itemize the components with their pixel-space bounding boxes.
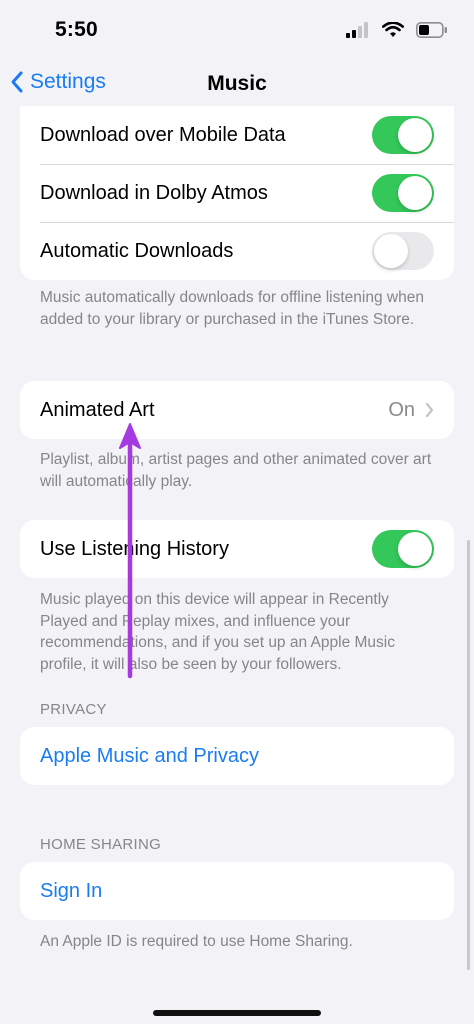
toggle-knob: [398, 118, 432, 152]
animated-art-label: Animated Art: [40, 398, 155, 421]
listening-history-group: Use Listening History: [20, 520, 454, 578]
home-sharing-group: Sign In: [20, 862, 454, 920]
wifi-icon: [382, 22, 404, 37]
listening-history-row: Use Listening History: [20, 520, 454, 578]
dolby-atmos-toggle[interactable]: [372, 174, 434, 212]
status-time: 5:50: [55, 18, 98, 41]
toggle-knob: [398, 176, 432, 210]
scroll-indicator: [467, 540, 470, 970]
animated-art-row[interactable]: Animated Art On: [20, 381, 454, 439]
listening-history-label: Use Listening History: [40, 537, 229, 560]
sign-in-link[interactable]: Sign In: [40, 880, 434, 903]
privacy-header: PRIVACY: [40, 701, 107, 718]
status-icons: [346, 22, 448, 38]
automatic-downloads-toggle[interactable]: [372, 232, 434, 270]
downloads-footer: Music automatically downloads for offlin…: [40, 289, 424, 328]
chevron-right-icon: [425, 402, 434, 418]
home-sharing-footer: An Apple ID is required to use Home Shar…: [40, 933, 353, 950]
downloads-group: Download over Mobile Data Download in Do…: [20, 106, 454, 280]
status-bar: 5:50: [0, 0, 474, 62]
automatic-downloads-label: Automatic Downloads: [40, 239, 234, 262]
home-indicator: [153, 1010, 321, 1016]
page-title: Music: [207, 72, 267, 95]
toggle-knob: [374, 234, 408, 268]
animated-art-footer: Playlist, album, artist pages and other …: [40, 451, 432, 490]
listening-history-toggle[interactable]: [372, 530, 434, 568]
animated-art-group: Animated Art On: [20, 381, 454, 439]
sign-in-row[interactable]: Sign In: [20, 862, 454, 920]
dolby-atmos-label: Download in Dolby Atmos: [40, 181, 268, 204]
mobile-data-label: Download over Mobile Data: [40, 123, 286, 146]
mobile-data-toggle[interactable]: [372, 116, 434, 154]
listening-history-footer: Music played on this device will appear …: [40, 591, 395, 673]
automatic-downloads-row: Automatic Downloads: [20, 222, 454, 280]
home-sharing-header: HOME SHARING: [40, 836, 162, 853]
dolby-atmos-row: Download in Dolby Atmos: [20, 164, 454, 222]
apple-music-privacy-link[interactable]: Apple Music and Privacy: [40, 745, 434, 768]
battery-icon: [416, 22, 447, 38]
mobile-data-row: Download over Mobile Data: [20, 106, 454, 164]
privacy-group: Apple Music and Privacy: [20, 727, 454, 785]
cellular-signal-icon: [346, 22, 368, 38]
navigation-bar: Settings Music: [0, 62, 474, 108]
toggle-knob: [398, 532, 432, 566]
apple-music-privacy-row[interactable]: Apple Music and Privacy: [20, 727, 454, 785]
animated-art-value: On: [388, 398, 415, 421]
